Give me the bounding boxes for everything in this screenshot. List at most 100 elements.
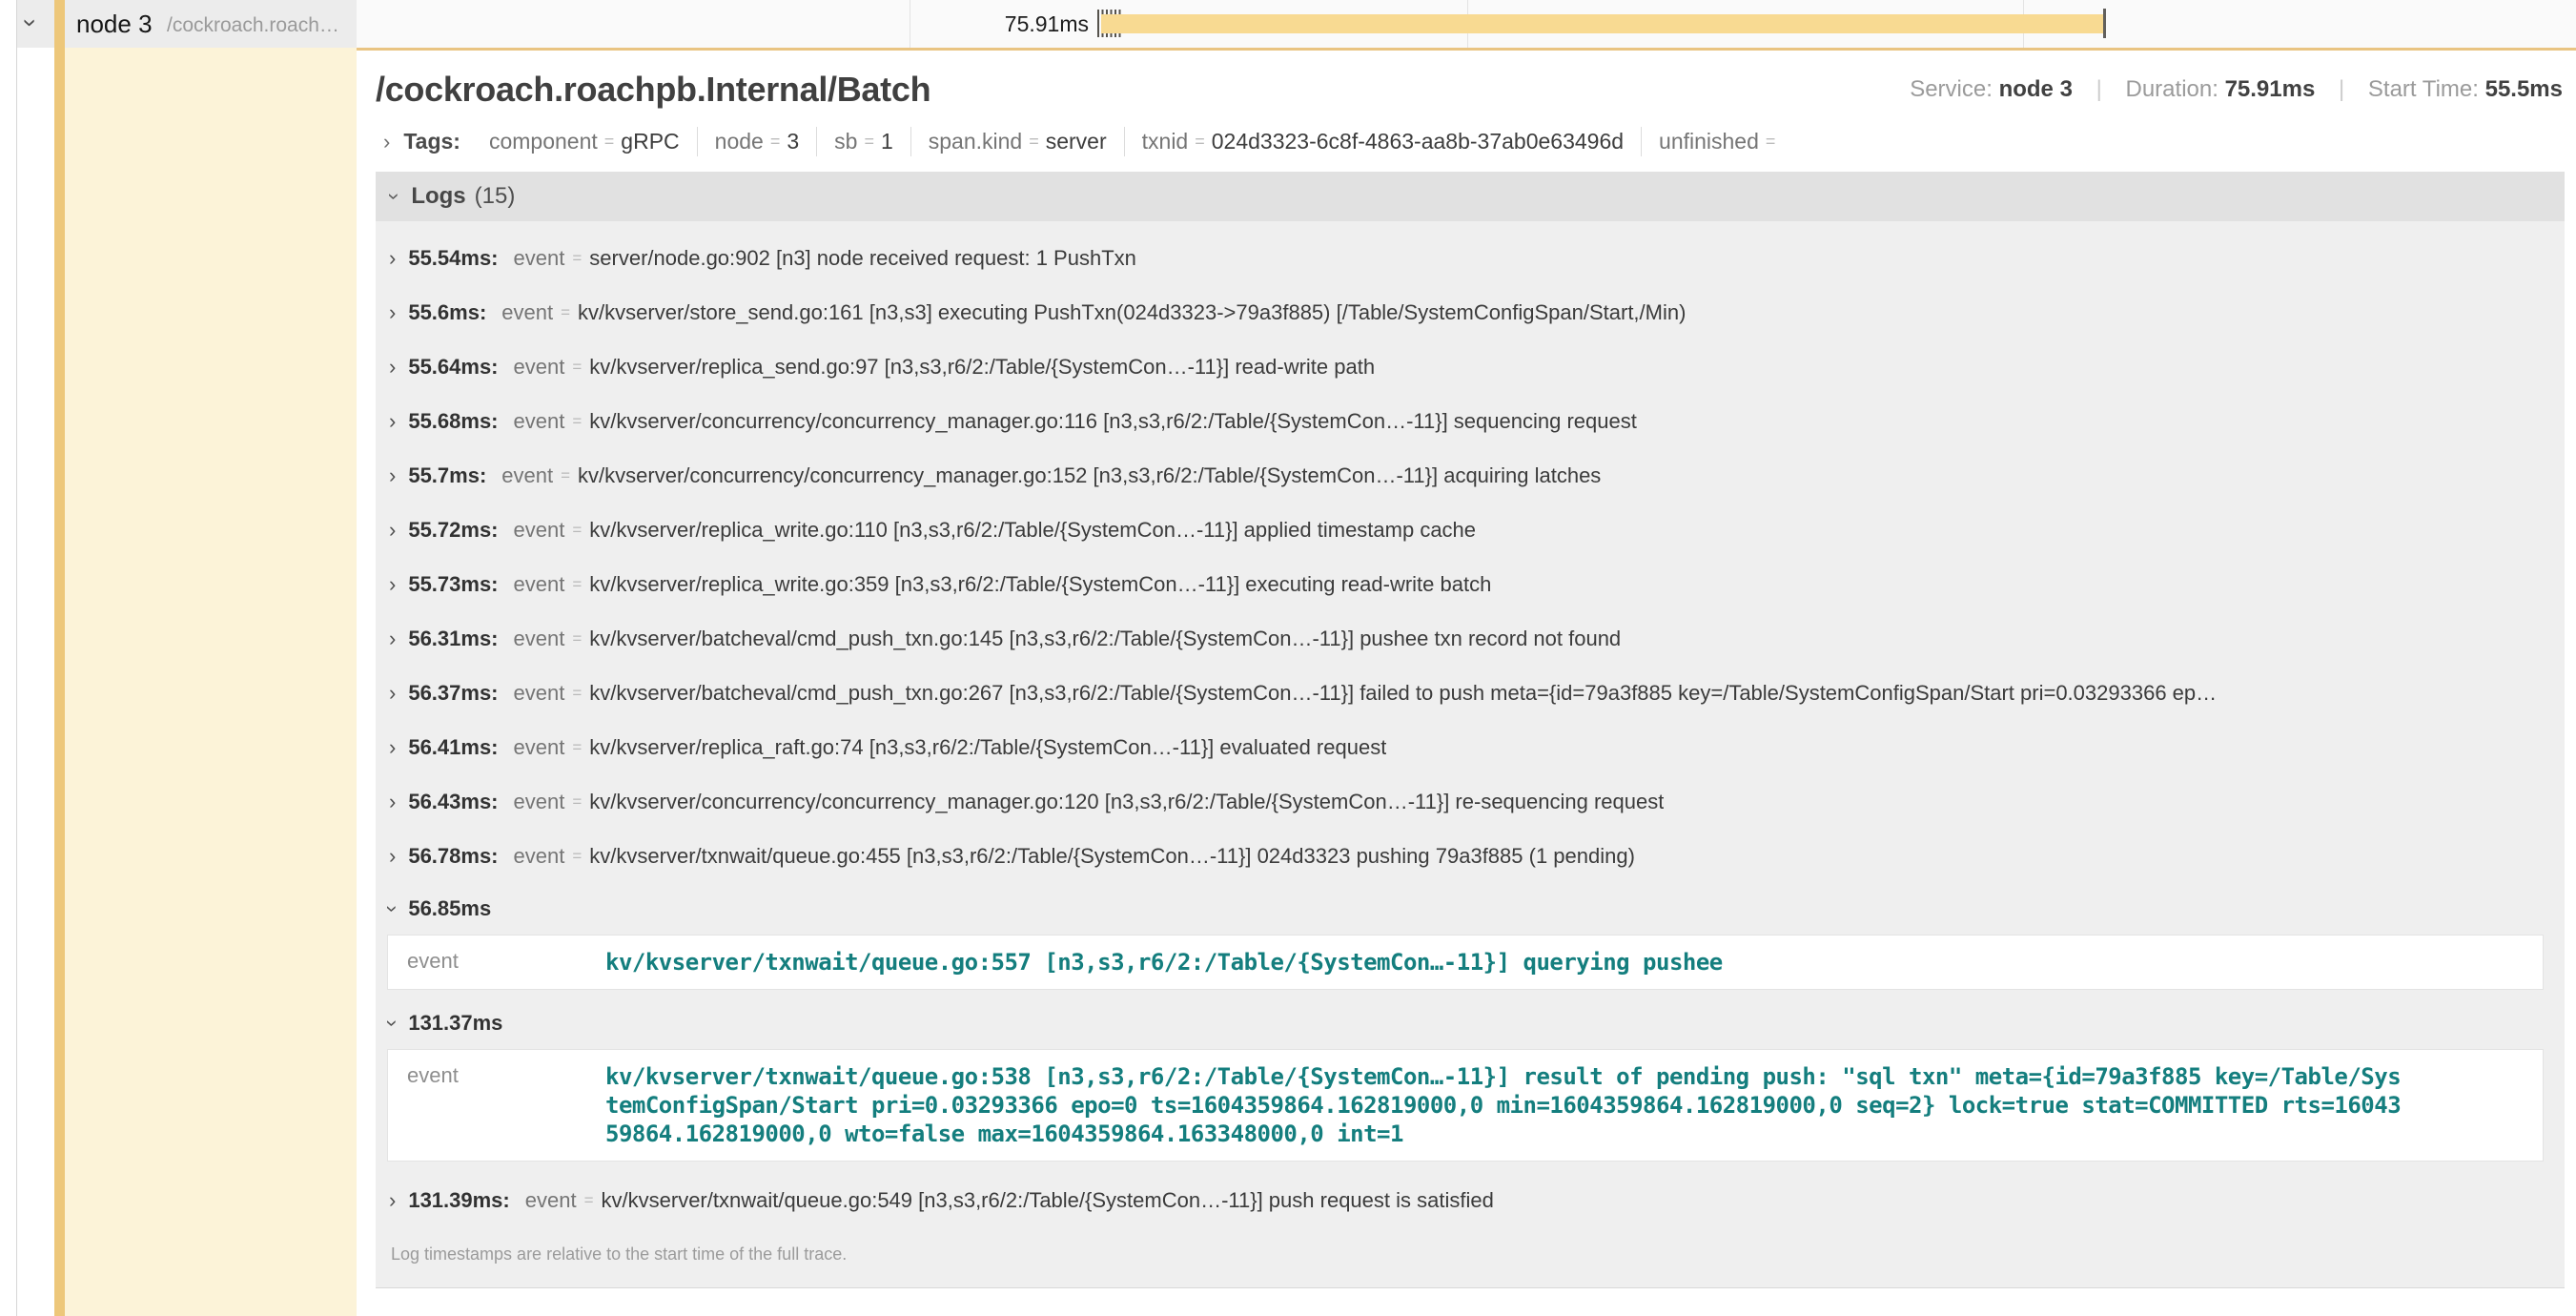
log-message: kv/kvserver/txnwait/queue.go:455 [n3,s3,… [589, 844, 1635, 869]
log-timestamp: 55.6ms: [408, 300, 486, 325]
log-timestamp: 55.72ms: [408, 518, 498, 543]
log-expand-chevron-icon[interactable]: › [389, 465, 396, 486]
tag-key: node [715, 129, 764, 154]
start-time-label: Start Time: [2368, 76, 2479, 102]
log-timestamp: 56.37ms: [408, 681, 498, 706]
span-service-name[interactable]: node 3 [76, 10, 153, 39]
tag-key: sb [834, 129, 857, 154]
log-expand-chevron-icon[interactable]: › [389, 792, 396, 812]
log-message: kv/kvserver/replica_write.go:110 [n3,s3,… [589, 518, 1476, 543]
log-field-key: event [501, 300, 553, 325]
log-field-key[interactable]: event [388, 948, 605, 977]
log-field-value: kv/kvserver/txnwait/queue.go:557 [n3,s3,… [605, 948, 1723, 977]
tag[interactable]: span.kind = server [910, 127, 1124, 156]
tag[interactable]: unfinished = [1641, 127, 1799, 156]
log-field-key[interactable]: event [388, 1062, 605, 1148]
tag-value: 024d3323-6c8f-4863-aa8b-37ab0e63496d [1212, 129, 1624, 154]
log-expand-chevron-icon[interactable]: › [389, 737, 396, 758]
tag-key: unfinished [1659, 129, 1759, 154]
tags-accordion[interactable]: › Tags: component = gRPC node = 3 sb = 1… [376, 127, 2565, 156]
service-label: Service: [1910, 76, 1993, 102]
log-row[interactable]: › 56.37ms: event = kv/kvserver/batcheval… [376, 666, 2565, 720]
log-expand-chevron-icon[interactable]: › [389, 1190, 396, 1211]
log-expand-chevron-icon[interactable]: › [389, 302, 396, 323]
log-field-key: event [514, 518, 565, 543]
logs-accordion-header[interactable]: › Logs (15) [376, 172, 2565, 221]
log-expand-chevron-icon[interactable]: › [389, 628, 396, 649]
tag[interactable]: sb = 1 [816, 127, 910, 156]
log-field-key: event [514, 627, 565, 651]
log-row[interactable]: › 131.39ms: event = kv/kvserver/txnwait/… [376, 1173, 2565, 1227]
log-expand-chevron-icon[interactable]: › [389, 411, 396, 432]
tag[interactable]: node = 3 [697, 127, 816, 156]
log-rows: › 55.54ms: event = server/node.go:902 [n… [376, 221, 2565, 1288]
tag[interactable]: component = gRPC [472, 127, 697, 156]
log-row-expanded-header[interactable]: › 131.37ms [376, 1001, 2565, 1045]
log-row-expanded: › 131.37ms event kv/kvserver/txnwait/que… [376, 1001, 2565, 1162]
log-timestamp: 55.54ms: [408, 246, 498, 271]
tag-key: span.kind [929, 129, 1022, 154]
span-duration-label: 75.91ms [898, 11, 1089, 37]
tag-value: server [1046, 129, 1107, 154]
trace-timeline-view: › node 3 /cockroach.roach… 75.91ms /cock… [0, 0, 2576, 1316]
equals-sign: = [572, 847, 582, 866]
log-field-value-line: kv/kvserver/txnwait/queue.go:557 [n3,s3,… [605, 948, 1723, 977]
stats-separator: | [2339, 76, 2344, 102]
log-row[interactable]: › 56.41ms: event = kv/kvserver/replica_r… [376, 720, 2565, 774]
span-duration-bar[interactable] [1101, 14, 2105, 33]
log-row[interactable]: › 55.64ms: event = kv/kvserver/replica_s… [376, 339, 2565, 394]
log-row[interactable]: › 55.73ms: event = kv/kvserver/replica_w… [376, 557, 2565, 611]
log-expand-chevron-icon[interactable]: › [389, 574, 396, 595]
logs-footer-note: Log timestamps are relative to the start… [376, 1227, 2565, 1284]
equals-sign: = [584, 1191, 594, 1210]
log-expand-chevron-icon[interactable]: › [389, 248, 396, 269]
log-expand-chevron-icon[interactable]: › [389, 520, 396, 541]
duration-value: 75.91ms [2225, 76, 2316, 102]
log-message: server/node.go:902 [n3] node received re… [589, 246, 1136, 271]
duration-label: Duration: [2126, 76, 2218, 102]
log-collapse-chevron-icon[interactable]: › [382, 1019, 403, 1026]
span-operation-name[interactable]: /cockroach.roach… [167, 14, 339, 37]
equals-sign: = [1029, 132, 1039, 152]
log-row-expanded: › 56.85ms event kv/kvserver/txnwait/queu… [376, 887, 2565, 990]
logs-title: Logs [411, 183, 465, 210]
equals-sign: = [572, 412, 582, 431]
log-row[interactable]: › 55.72ms: event = kv/kvserver/replica_w… [376, 503, 2565, 557]
log-field-key: event [501, 463, 553, 488]
log-row[interactable]: › 55.6ms: event = kv/kvserver/store_send… [376, 285, 2565, 339]
tag-list: component = gRPC node = 3 sb = 1 span.ki… [472, 127, 1799, 156]
logs-section: › Logs (15) › 55.54ms: event = server/no… [376, 172, 2565, 1288]
service-value: node 3 [1999, 76, 2073, 102]
log-row[interactable]: › 56.43ms: event = kv/kvserver/concurren… [376, 774, 2565, 829]
equals-sign: = [572, 792, 582, 812]
log-expand-chevron-icon[interactable]: › [389, 357, 396, 378]
log-expand-chevron-icon[interactable]: › [389, 683, 396, 704]
log-message: kv/kvserver/batcheval/cmd_push_txn.go:14… [589, 627, 1621, 651]
log-timestamp: 55.68ms: [408, 409, 498, 434]
page-left-border [16, 0, 17, 1316]
equals-sign: = [572, 575, 582, 594]
log-row[interactable]: › 56.78ms: event = kv/kvserver/txnwait/q… [376, 829, 2565, 883]
start-time-value: 55.5ms [2485, 76, 2563, 102]
log-timestamp: 131.39ms: [408, 1188, 509, 1213]
span-stats: Service: node 3 | Duration: 75.91ms | St… [1910, 76, 2563, 103]
log-field-value-line: 59864.162819000,0 wto=false max=16043598… [605, 1120, 2401, 1148]
span-detail-header: /cockroach.roachpb.Internal/Batch Servic… [376, 70, 2565, 110]
span-color-stripe-column [54, 48, 65, 1316]
tags-expand-chevron-icon[interactable]: › [383, 132, 390, 153]
log-row[interactable]: › 55.54ms: event = server/node.go:902 [n… [376, 231, 2565, 285]
log-row[interactable]: › 55.68ms: event = kv/kvserver/concurren… [376, 394, 2565, 448]
log-row-expanded-header[interactable]: › 56.85ms [376, 887, 2565, 931]
log-message: kv/kvserver/concurrency/concurrency_mana… [589, 790, 1664, 814]
tag-key: component [489, 129, 598, 154]
log-row[interactable]: › 56.31ms: event = kv/kvserver/batcheval… [376, 611, 2565, 666]
equals-sign: = [1195, 132, 1205, 152]
log-expand-chevron-icon[interactable]: › [389, 846, 396, 867]
log-row[interactable]: › 55.7ms: event = kv/kvserver/concurrenc… [376, 448, 2565, 503]
logs-collapse-chevron-icon[interactable]: › [384, 193, 405, 199]
collapse-span-chevron-icon[interactable]: › [18, 19, 43, 28]
span-color-stripe [54, 0, 65, 48]
log-collapse-chevron-icon[interactable]: › [382, 905, 403, 912]
tag-key: txnid [1142, 129, 1189, 154]
tag[interactable]: txnid = 024d3323-6c8f-4863-aa8b-37ab0e63… [1124, 127, 1641, 156]
